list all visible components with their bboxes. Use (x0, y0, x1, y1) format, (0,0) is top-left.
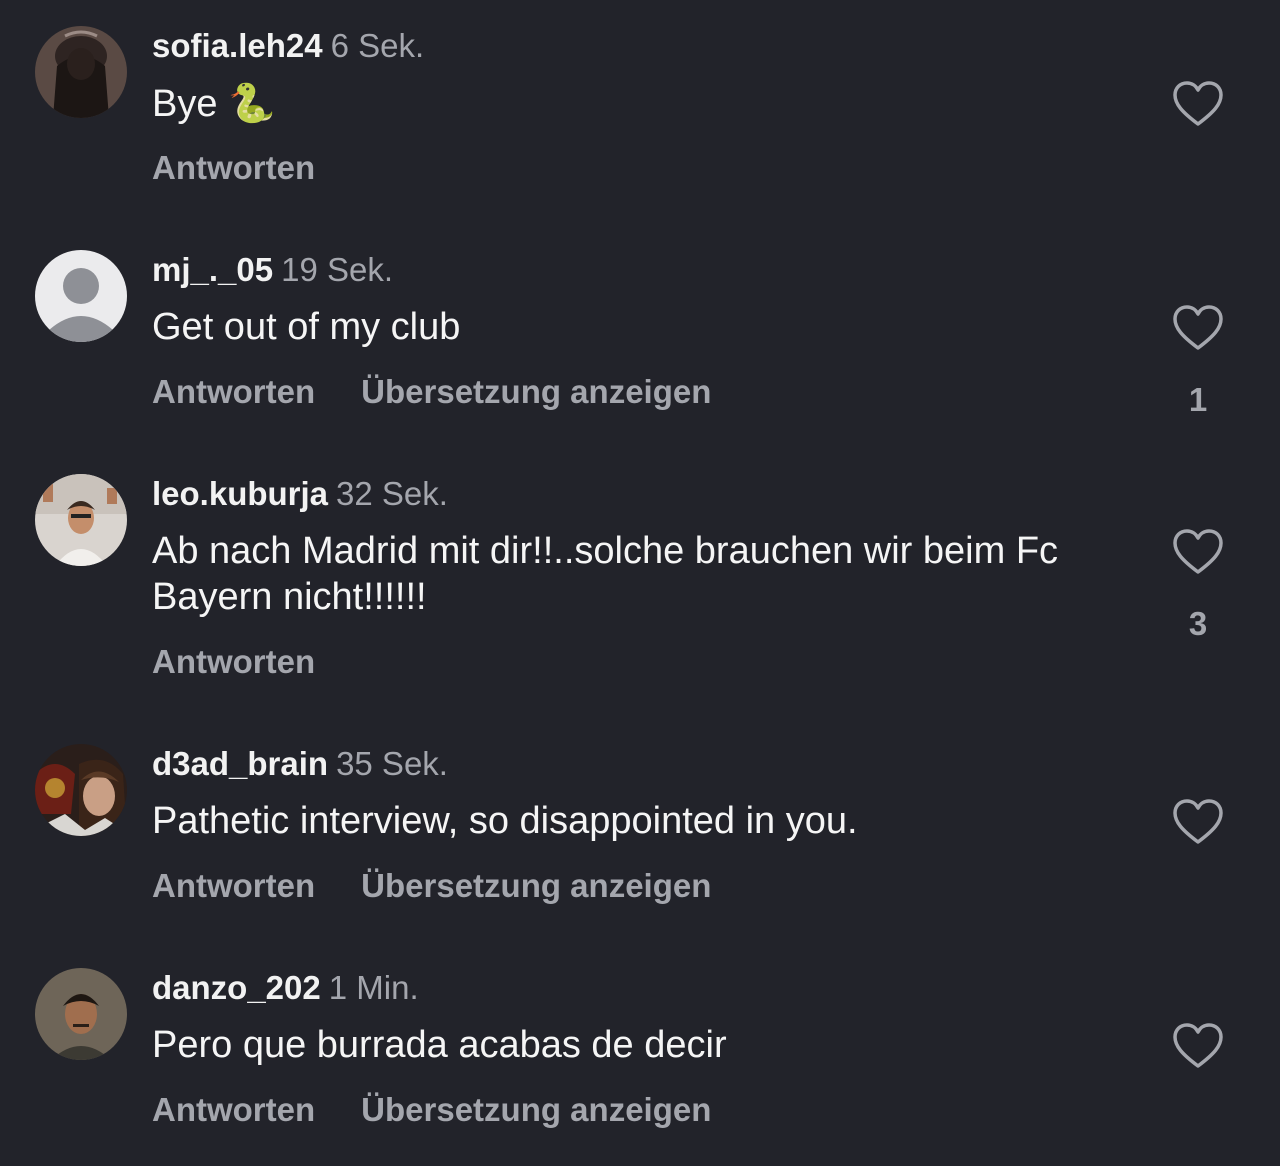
like-button[interactable] (1172, 528, 1224, 576)
heart-outline-icon (1173, 305, 1223, 350)
comment-header: d3ad_brain 35 Sek. (152, 744, 448, 784)
show-translation-button[interactable]: Übersetzung anzeigen (361, 373, 711, 410)
comment-text: Pathetic interview, so disappointed in y… (152, 800, 858, 842)
heart-outline-icon (1173, 1023, 1223, 1068)
comment-actions: Antworten Übersetzung anzeigen (152, 372, 757, 412)
show-translation-button[interactable]: Übersetzung anzeigen (361, 867, 711, 904)
heart-outline-icon (1173, 799, 1223, 844)
comment-actions: Antworten (152, 148, 361, 188)
like-count: 3 (1188, 605, 1208, 642)
comment-header: sofia.leh24 6 Sek. (152, 26, 424, 66)
like-button[interactable] (1172, 80, 1224, 128)
comment-header: mj_._05 19 Sek. (152, 250, 393, 290)
comment-header: danzo_202 1 Min. (152, 968, 419, 1008)
username[interactable]: mj_._05 (152, 251, 273, 288)
timestamp: 1 Min. (328, 969, 419, 1006)
username[interactable]: d3ad_brain (152, 745, 328, 782)
avatar[interactable] (35, 744, 127, 836)
comment-text: Bye 🐍 (152, 80, 1132, 127)
avatar[interactable] (35, 968, 127, 1060)
comment-actions: Antworten (152, 642, 361, 682)
comment-item: d3ad_brain 35 Sek. Pathetic interview, so… (0, 718, 1280, 942)
reply-button[interactable]: Antworten (152, 373, 315, 410)
like-button[interactable] (1172, 304, 1224, 352)
heart-outline-icon (1173, 529, 1223, 574)
comment-actions: Antworten Übersetzung anzeigen (152, 866, 757, 906)
like-count: 1 (1188, 381, 1208, 418)
comment-item: mj_._05 19 Sek. Get out of my club Antwor… (0, 224, 1280, 448)
heart-outline-icon (1173, 81, 1223, 126)
username[interactable]: sofia.leh24 (152, 27, 323, 64)
reply-button[interactable]: Antworten (152, 1091, 315, 1128)
reply-button[interactable]: Antworten (152, 867, 315, 904)
snake-emoji: 🐍 (228, 81, 276, 125)
comment-text: Get out of my club (152, 306, 461, 348)
timestamp: 6 Sek. (330, 27, 425, 64)
username[interactable]: danzo_202 (152, 969, 321, 1006)
comment-text: Ab nach Madrid mit dir!!..solche brauche… (152, 530, 1059, 618)
comment-actions: Antworten Übersetzung anzeigen (152, 1090, 757, 1130)
reply-button[interactable]: Antworten (152, 643, 315, 680)
comment-header: leo.kuburja 32 Sek. (152, 474, 448, 514)
comment-list: sofia.leh24 6 Sek. Bye 🐍 Antworten mj_._0… (0, 0, 1280, 1166)
avatar[interactable] (35, 26, 127, 118)
comment-item: sofia.leh24 6 Sek. Bye 🐍 Antworten (0, 0, 1280, 224)
comment-text-body: Bye (152, 83, 218, 125)
timestamp: 35 Sek. (336, 745, 448, 782)
comment-item: leo.kuburja 32 Sek. Ab nach Madrid mit di… (0, 448, 1280, 680)
username[interactable]: leo.kuburja (152, 475, 328, 512)
timestamp: 32 Sek. (336, 475, 448, 512)
like-button[interactable] (1172, 798, 1224, 846)
comment-text: Pero que burrada acabas de decir (152, 1024, 727, 1066)
avatar[interactable] (35, 474, 127, 566)
reply-button[interactable]: Antworten (152, 149, 315, 186)
comment-item: danzo_202 1 Min. Pero que burrada acabas … (0, 942, 1280, 1166)
show-translation-button[interactable]: Übersetzung anzeigen (361, 1091, 711, 1128)
like-button[interactable] (1172, 1022, 1224, 1070)
avatar[interactable] (35, 250, 127, 342)
timestamp: 19 Sek. (281, 251, 394, 288)
